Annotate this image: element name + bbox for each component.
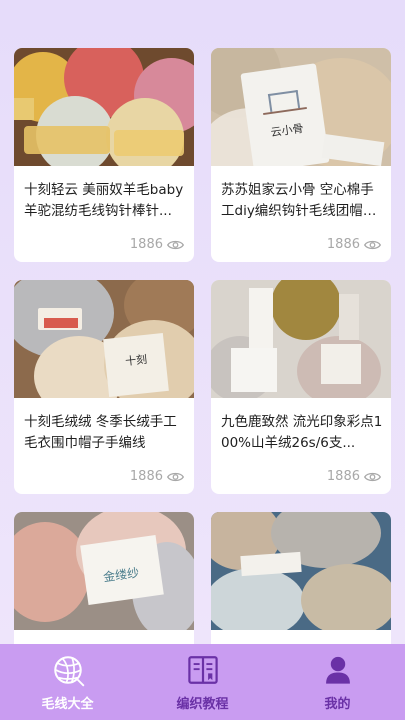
view-count: 1886	[130, 237, 184, 252]
product-image: 十刻	[14, 280, 194, 398]
tab-knitting-tutorials[interactable]: 编织教程	[135, 644, 270, 720]
product-card[interactable]: 十刻 十刻毛绒绒 冬季长绒手工毛衣围巾帽子手编线 1886	[14, 280, 194, 494]
product-card[interactable]: 金缕纱	[14, 512, 194, 644]
eye-icon	[167, 472, 184, 481]
product-grid: 十刻轻云 美丽奴羊毛baby羊驼混纺毛线钩针棒针... 1886 云小骨 苏苏姐…	[0, 0, 405, 644]
product-title: 十刻毛绒绒 冬季长绒手工毛衣围巾帽子手编线	[24, 414, 177, 451]
product-title: 九色鹿致然 流光印象彩点100%山羊绒26s/6支...	[221, 414, 383, 451]
tab-bar: 毛线大全 编织教程 我的	[0, 644, 405, 720]
eye-icon	[364, 472, 381, 481]
book-icon	[187, 655, 218, 684]
tab-label: 编织教程	[176, 696, 229, 712]
view-count-value: 1886	[129, 237, 163, 252]
view-count-value: 1886	[129, 469, 163, 484]
view-count: 1886	[327, 469, 381, 484]
tab-my-profile[interactable]: 我的	[270, 644, 405, 720]
product-card[interactable]	[211, 512, 391, 644]
eye-icon	[364, 240, 381, 249]
eye-icon	[167, 240, 184, 249]
product-image	[211, 280, 391, 398]
product-card[interactable]: 九色鹿致然 流光印象彩点100%山羊绒26s/6支... 1886	[211, 280, 391, 494]
tab-label: 我的	[324, 696, 351, 712]
product-card[interactable]: 云小骨 苏苏姐家云小骨 空心棉手工diy编织钩针毛线团帽子... 1886	[211, 48, 391, 262]
product-title: 苏苏姐家云小骨 空心棉手工diy编织钩针毛线团帽子...	[221, 182, 374, 219]
product-card[interactable]: 十刻轻云 美丽奴羊毛baby羊驼混纺毛线钩针棒针... 1886	[14, 48, 194, 262]
view-count-value: 1886	[326, 237, 360, 252]
view-count-value: 1886	[326, 469, 360, 484]
tab-label: 毛线大全	[41, 696, 94, 712]
product-title: 十刻轻云 美丽奴羊毛baby羊驼混纺毛线钩针棒针...	[24, 182, 184, 219]
view-count: 1886	[130, 469, 184, 484]
product-image: 金缕纱	[14, 512, 194, 630]
tab-yarn-catalog[interactable]: 毛线大全	[0, 644, 135, 720]
yarn-ball-icon	[53, 655, 84, 686]
product-image: 云小骨	[211, 48, 391, 166]
user-icon	[325, 656, 350, 684]
product-image	[211, 512, 391, 630]
product-image	[14, 48, 194, 166]
view-count: 1886	[327, 237, 381, 252]
